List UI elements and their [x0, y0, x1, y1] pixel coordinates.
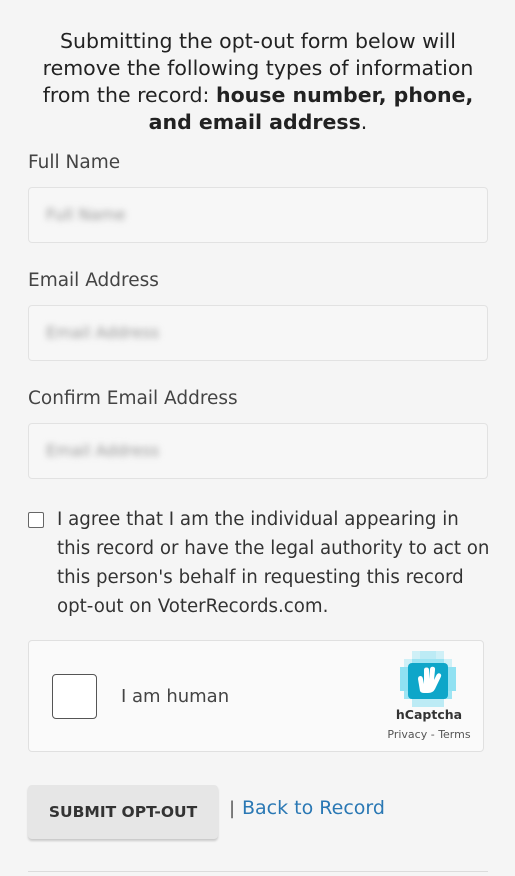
hcaptcha-hand-logo-icon [400, 651, 456, 707]
bottom-divider [28, 871, 488, 872]
captcha-brand: hCaptcha [395, 707, 463, 722]
consent-checkbox[interactable] [28, 512, 44, 528]
back-to-record-link[interactable]: Back to Record [242, 797, 385, 819]
confirm-email-input[interactable] [28, 423, 488, 479]
separator: | [229, 798, 236, 819]
submit-opt-out-button[interactable]: SUBMIT OPT-OUT [28, 785, 218, 839]
opt-out-intro: Submitting the opt-out form below will r… [28, 28, 488, 136]
email-label: Email Address [28, 270, 159, 291]
captcha-checkbox[interactable] [52, 674, 97, 719]
captcha-privacy-link[interactable]: Privacy [387, 728, 427, 741]
captcha-label: I am human [121, 686, 230, 707]
full-name-label: Full Name [28, 152, 121, 173]
confirm-email-label: Confirm Email Address [28, 388, 238, 409]
email-input[interactable] [28, 305, 488, 361]
captcha-terms-link[interactable]: Terms [438, 728, 470, 741]
captcha-widget: I am human hCaptcha Privacy - Terms [28, 640, 484, 752]
full-name-input[interactable] [28, 187, 488, 243]
captcha-links: Privacy - Terms [387, 728, 471, 741]
consent-text: I agree that I am the individual appeari… [57, 509, 490, 617]
intro-suffix: . [360, 110, 368, 134]
